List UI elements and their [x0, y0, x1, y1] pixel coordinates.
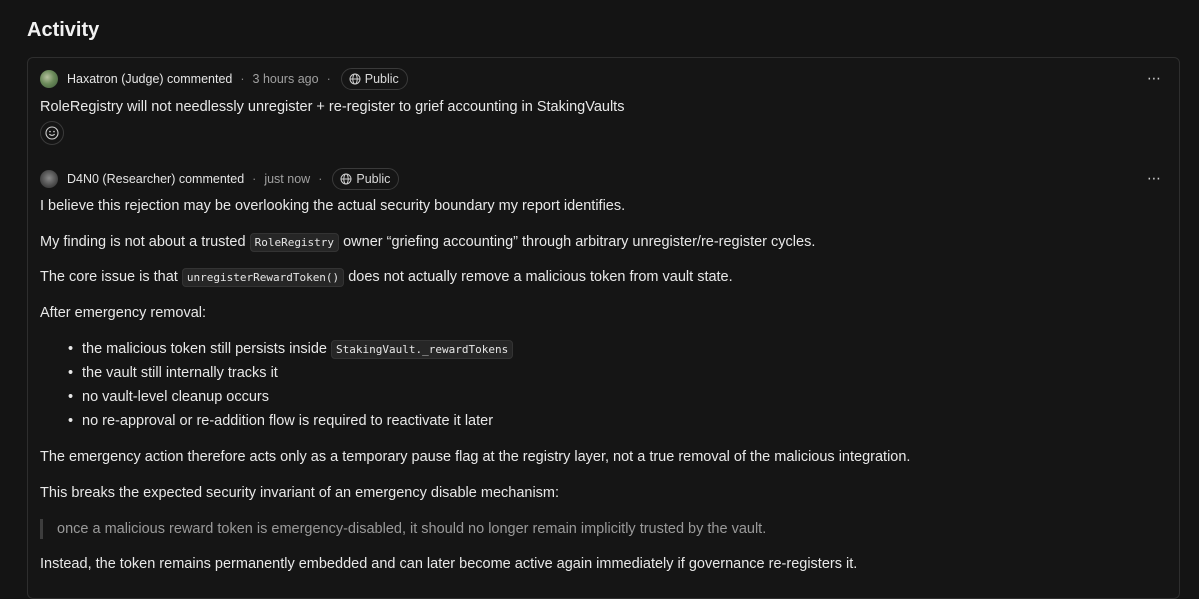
paragraph: Instead, the token remains permanently e…: [40, 556, 858, 572]
page-title: Activity: [27, 19, 100, 41]
inline-code: StakingVault._rewardTokens: [331, 340, 514, 359]
paragraph: After emergency removal:: [40, 305, 207, 321]
paragraph-text: owner “griefing accounting” through arbi…: [343, 234, 816, 250]
more-options-icon[interactable]: ⋯: [1147, 71, 1161, 85]
comment-time[interactable]: 3 hours ago: [253, 72, 319, 86]
smiley-icon: [45, 126, 59, 140]
list-item: no vault-level cleanup occurs: [68, 387, 513, 411]
list-item-text: the malicious token still persists insid…: [82, 341, 327, 357]
paragraph: The core issue is that unregisterRewardT…: [40, 267, 733, 288]
researcher-comment: D4N0 (Researcher) commented · just now ·…: [40, 167, 1167, 597]
paragraph: My finding is not about a trusted RoleRe…: [40, 232, 815, 253]
paragraph-text: My finding is not about a trusted: [40, 234, 246, 250]
list-item: the vault still internally tracks it: [68, 363, 513, 387]
avatar[interactable]: [40, 70, 58, 88]
visibility-label: Public: [364, 72, 399, 86]
comment-text: RoleRegistry will not needlessly unregis…: [40, 99, 625, 115]
activity-panel: Haxatron (Judge) commented · 3 hours ago…: [27, 57, 1180, 599]
separator-dot: ·: [240, 72, 245, 86]
bullet-list: the malicious token still persists insid…: [68, 339, 514, 435]
comment-meta: Haxatron (Judge) commented · 3 hours ago…: [40, 67, 1167, 91]
list-item: no re-approval or re-addition flow is re…: [68, 411, 513, 435]
paragraph-text: The core issue is that: [40, 269, 178, 285]
comment-author[interactable]: Haxatron (Judge) commented: [67, 72, 232, 86]
blockquote: once a malicious reward token is emergen…: [40, 519, 766, 539]
paragraph-text: does not actually remove a malicious tok…: [348, 269, 733, 285]
inline-code: RoleRegistry: [249, 233, 340, 252]
visibility-badge[interactable]: Public: [340, 68, 408, 90]
separator-dot: ·: [326, 72, 331, 86]
paragraph: This breaks the expected security invari…: [40, 485, 560, 501]
list-item: the malicious token still persists insid…: [68, 339, 514, 363]
inline-code: unregisterRewardToken(): [181, 268, 345, 287]
judge-comment: Haxatron (Judge) commented · 3 hours ago…: [40, 67, 1167, 147]
paragraph: The emergency action therefore acts only…: [40, 449, 911, 465]
paragraph: I believe this rejection may be overlook…: [40, 198, 626, 214]
add-reaction-button[interactable]: [40, 121, 64, 145]
globe-icon: [349, 73, 361, 85]
